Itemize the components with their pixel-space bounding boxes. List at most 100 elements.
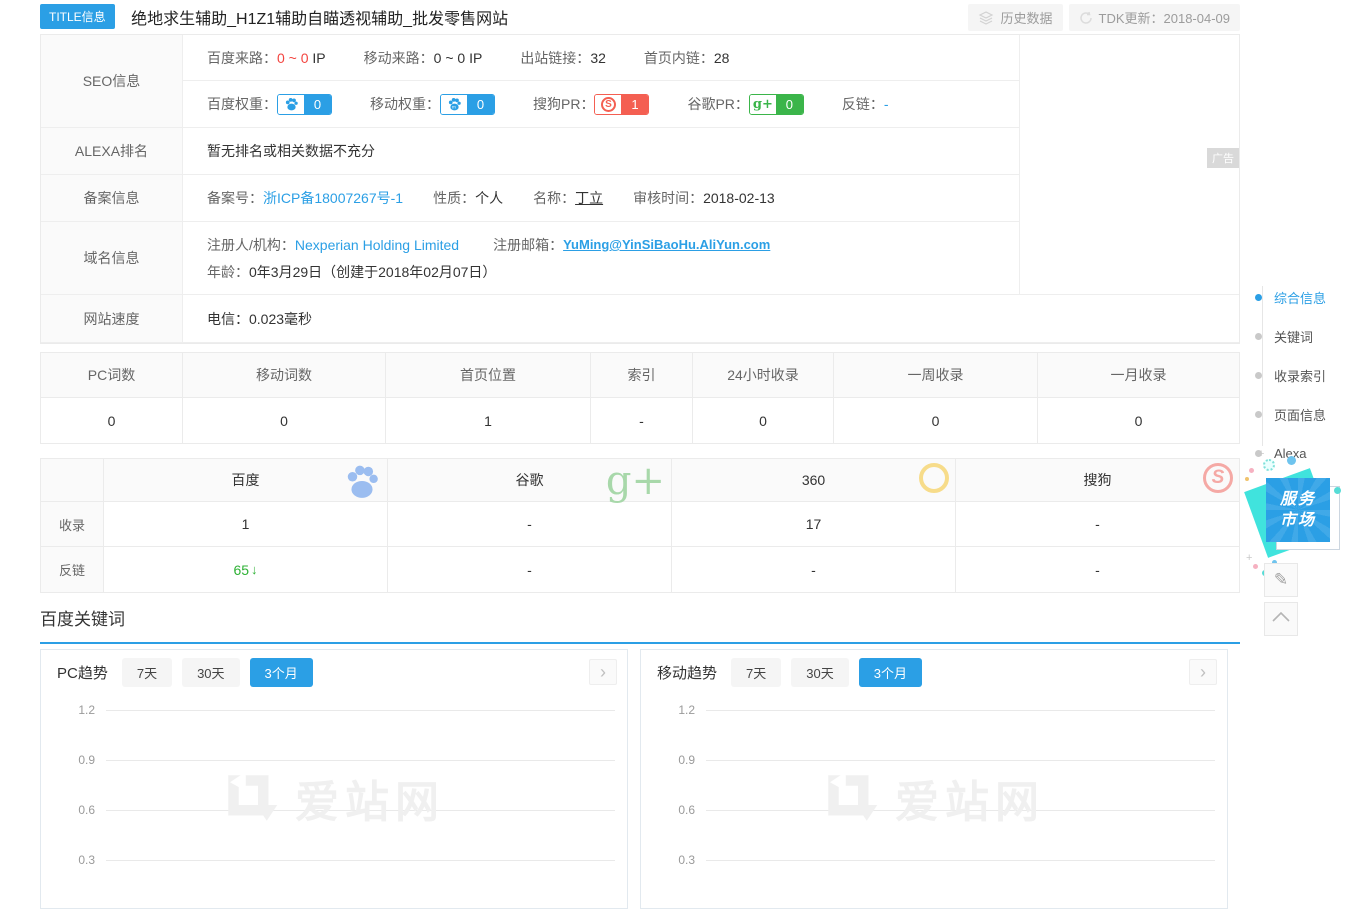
baidu-keywords-title: 百度关键词 xyxy=(40,601,1240,644)
speed-label: 网站速度 xyxy=(41,295,183,342)
icp-audit-time: 审核时间： 2018-02-13 xyxy=(633,188,775,208)
stats-header: 索引 xyxy=(591,353,693,397)
email-link[interactable]: YuMing@YinSiBaoHu.AliYun.com xyxy=(563,237,770,252)
engine-sogou-header: 搜狗 S xyxy=(956,459,1239,501)
icp-nature: 性质： 个人 xyxy=(433,188,503,208)
confetti-dot xyxy=(1245,477,1249,481)
edit-button[interactable]: ✎ xyxy=(1264,563,1298,597)
y-tick: 0.9 xyxy=(47,753,95,767)
refresh-icon xyxy=(1079,11,1093,25)
service-market-label: 市场 xyxy=(1280,510,1316,531)
mobile-trend-7d-button[interactable]: 7天 xyxy=(731,658,781,687)
mobile-trend-panel: 移动趋势 7天 30天 3个月 › 1.2 0.9 0.6 0.3 爱站网 xyxy=(640,649,1228,909)
pc-trend-label: PC趋势 xyxy=(57,662,108,683)
google-pr-badge[interactable]: g+ 0 xyxy=(749,94,804,115)
domain-email: 注册邮箱： YuMing@YinSiBaoHu.AliYun.com xyxy=(493,235,770,255)
confetti-dot xyxy=(1287,456,1296,465)
ad-tag: 广告 xyxy=(1207,148,1239,168)
aizhan-logo-icon xyxy=(823,770,879,826)
google-plus-icon: g+ xyxy=(606,463,665,499)
aizhan-logo-icon xyxy=(223,770,279,826)
indexed-360[interactable]: 17 xyxy=(672,502,956,546)
y-tick: 0.3 xyxy=(47,853,95,867)
baidu-weight-badge[interactable]: 0 xyxy=(277,94,332,115)
indexed-sogou: - xyxy=(956,502,1239,546)
sogou-pr-badge[interactable]: S 1 xyxy=(594,94,649,115)
nav-item-keywords[interactable]: 关键词 xyxy=(1255,317,1326,356)
domain-label: 域名信息 xyxy=(41,222,183,294)
mobile-trend-3m-button[interactable]: 3个月 xyxy=(859,658,922,687)
registrant-link[interactable]: Nexperian Holding Limited xyxy=(295,237,459,253)
history-data-label: 历史数据 xyxy=(1000,8,1052,27)
y-tick: 0.9 xyxy=(647,753,695,767)
top-bar: TITLE信息 绝地求生辅助_H1Z1辅助自瞄透视辅助_批发零售网站 历史数据 … xyxy=(40,4,1240,32)
service-market-badge[interactable]: 服务 市场 xyxy=(1252,466,1352,562)
indexed-google: - xyxy=(388,502,672,546)
aizhan-watermark: 爱站网 xyxy=(641,766,1227,830)
stats-value-row: 0 0 1 - 0 0 0 xyxy=(41,398,1239,443)
360-circle-icon xyxy=(919,463,949,493)
backlinks: 反链： - xyxy=(842,94,889,114)
google-plus-icon: g+ xyxy=(750,95,776,114)
pc-trend-expand-arrow[interactable]: › xyxy=(589,659,617,685)
aizhan-watermark: 爱站网 xyxy=(41,766,627,830)
baidu-weight: 百度权重： 0 xyxy=(207,94,332,115)
pc-trend-3m-button[interactable]: 3个月 xyxy=(250,658,313,687)
site-info-table: SEO信息 百度来路： 0 ~ 0 IP 移动来路： 0 ~ 0 IP 出站链接… xyxy=(40,34,1240,344)
nav-item-overview[interactable]: 综合信息 xyxy=(1255,278,1326,317)
backlink-baidu[interactable]: 65 ↓ xyxy=(104,547,388,592)
y-tick: 1.2 xyxy=(647,703,695,717)
stats-value: 0 xyxy=(41,398,183,443)
confetti-dot xyxy=(1249,468,1254,473)
icp-number-link[interactable]: 浙ICP备18007267号-1 xyxy=(263,188,403,208)
mobile-trend-30d-button[interactable]: 30天 xyxy=(791,658,848,687)
engine-name: 谷歌 xyxy=(516,470,544,490)
keyword-stats-table: PC词数 移动词数 首页位置 索引 24小时收录 一周收录 一月收录 0 0 1… xyxy=(40,352,1240,444)
pencil-icon: ✎ xyxy=(1274,570,1288,590)
pc-trend-panel: PC趋势 7天 30天 3个月 › 1.2 0.9 0.6 0.3 爱站网 xyxy=(40,649,628,909)
seo-traffic-row: 百度来路： 0 ~ 0 IP 移动来路： 0 ~ 0 IP 出站链接： 32 xyxy=(183,35,1019,81)
pc-trend-30d-button[interactable]: 30天 xyxy=(182,658,239,687)
tdk-update-button[interactable]: TDK更新：2018-04-09 xyxy=(1069,4,1241,31)
pc-trend-7d-button[interactable]: 7天 xyxy=(122,658,172,687)
back-to-top-button[interactable] xyxy=(1264,602,1298,636)
search-engine-table: 百度 谷歌 g+ 360 搜狗 S xyxy=(40,458,1240,593)
alexa-value: 暂无排名或相关数据不充分 xyxy=(183,128,1019,174)
confetti-plus: + xyxy=(1246,552,1252,564)
down-arrow-icon: ↓ xyxy=(251,562,258,577)
domain-registrant: 注册人/机构： Nexperian Holding Limited xyxy=(207,235,459,255)
stats-header: 一月收录 xyxy=(1038,353,1239,397)
mobile-weight: 移动权重： m 0 xyxy=(370,94,495,115)
stats-value: 1 xyxy=(386,398,591,443)
nav-item-pageinfo[interactable]: 页面信息 xyxy=(1255,395,1326,434)
service-market-label: 服务 xyxy=(1280,489,1316,510)
indexed-baidu[interactable]: 1 xyxy=(104,502,388,546)
backlink-google: - xyxy=(388,547,672,592)
stats-value: 0 xyxy=(183,398,386,443)
stats-header: PC词数 xyxy=(41,353,183,397)
domain-age: 年龄： 0年3月29日（创建于2018年02月07日） xyxy=(207,262,496,282)
mobile-weight-badge[interactable]: m 0 xyxy=(440,94,495,115)
stats-header: 首页位置 xyxy=(386,353,591,397)
stats-value: 0 xyxy=(1038,398,1239,443)
nav-dot xyxy=(1255,294,1262,301)
mobile-trend-label: 移动趋势 xyxy=(657,662,717,683)
icp-name: 名称： 丁立 xyxy=(533,188,603,208)
nav-item-index[interactable]: 收录索引 xyxy=(1255,356,1326,395)
page-title: 绝地求生辅助_H1Z1辅助自瞄透视辅助_批发零售网站 xyxy=(131,5,508,29)
stats-header: 移动词数 xyxy=(183,353,386,397)
title-badge: TITLE信息 xyxy=(40,4,115,29)
indexed-row: 收录 1 - 17 - xyxy=(41,502,1239,547)
history-data-button[interactable]: 历史数据 xyxy=(968,4,1062,31)
stats-header: 24小时收录 xyxy=(693,353,834,397)
outbound-links: 出站链接： 32 xyxy=(520,48,606,68)
backlink-row-label: 反链 xyxy=(41,547,104,592)
chevron-up-icon xyxy=(1271,610,1291,628)
mobile-trend-expand-arrow[interactable]: › xyxy=(1189,659,1217,685)
ad-placeholder: 广告 xyxy=(1019,35,1239,295)
pc-trend-chart: 1.2 0.9 0.6 0.3 爱站网 xyxy=(41,694,627,910)
mobile-trend-chart: 1.2 0.9 0.6 0.3 爱站网 xyxy=(641,694,1227,910)
sogou-pr: 搜狗PR： S 1 xyxy=(533,94,649,115)
icp-name-link[interactable]: 丁立 xyxy=(575,188,603,208)
stats-value: 0 xyxy=(693,398,834,443)
